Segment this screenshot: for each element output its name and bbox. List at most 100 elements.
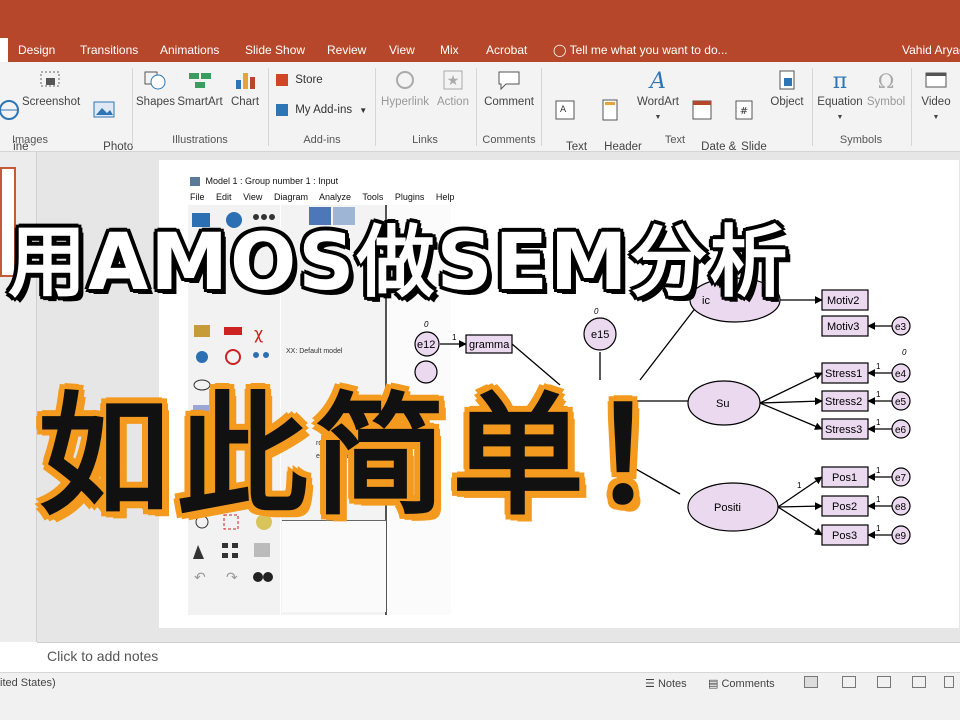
my-addins-icon: [276, 104, 288, 116]
tab-transitions[interactable]: Transitions: [80, 38, 138, 62]
svg-text:★: ★: [447, 73, 460, 89]
status-language[interactable]: ited States): [0, 677, 56, 689]
wordart-button[interactable]: A WordArt ▼: [635, 68, 681, 125]
calendar-icon: [692, 100, 712, 120]
tab-slide-show[interactable]: Slide Show: [245, 38, 305, 62]
tab-view[interactable]: View: [389, 38, 415, 62]
wordart-label: WordArt: [637, 96, 679, 108]
photo-album-icon: [93, 101, 115, 118]
video-label: Video: [921, 96, 951, 108]
tab-acrobat[interactable]: Acrobat: [486, 38, 527, 62]
hyperlink-icon: [396, 71, 414, 89]
symbol-label: Symbol: [866, 96, 906, 108]
svg-text:A: A: [648, 69, 666, 92]
smartart-button[interactable]: SmartArt: [176, 68, 224, 110]
video-button[interactable]: Video ▼: [916, 68, 956, 125]
slideshow-view-icon[interactable]: [912, 676, 926, 688]
addins-group-label: Add-ins: [303, 134, 341, 146]
headline-bottom: 如此简单！: [38, 380, 728, 534]
tell-me-box[interactable]: ◯ Tell me what you want to do...: [553, 38, 728, 62]
normal-view-icon[interactable]: [804, 676, 818, 688]
smartart-label: SmartArt: [177, 96, 223, 108]
object-icon: [779, 70, 795, 90]
store-button[interactable]: Store: [276, 74, 323, 86]
notes-pane[interactable]: [37, 642, 960, 672]
svg-text:χ: χ: [254, 324, 263, 343]
ribbon-separator: [911, 68, 912, 146]
ribbon-separator: [268, 68, 269, 146]
action-button[interactable]: ★ Action: [433, 68, 473, 110]
comments-icon: ▤: [708, 678, 719, 690]
comments-toggle-button[interactable]: ▤ Comments: [708, 677, 775, 690]
zoom-out-icon[interactable]: [944, 676, 954, 688]
amos-title-text: Model 1 : Group number 1 : Input: [205, 176, 339, 186]
reading-view-icon[interactable]: [877, 676, 891, 688]
notes-toggle-button[interactable]: ☰ Notes: [645, 677, 687, 690]
symbol-button[interactable]: Ω Symbol: [866, 68, 906, 110]
svg-text:Ω: Ω: [878, 69, 895, 92]
chart-button[interactable]: Chart: [227, 68, 263, 110]
chevron-down-icon: ▼: [836, 114, 844, 121]
chevron-down-icon: ▼: [359, 106, 368, 116]
title-bar: [0, 0, 960, 38]
shapes-icon: [144, 71, 166, 90]
equation-button[interactable]: π Equation ▼: [816, 68, 864, 125]
notes-toggle-label: Notes: [657, 678, 687, 690]
comments-toggle-label: Comments: [721, 678, 775, 690]
chart-icon: [236, 73, 255, 89]
ribbon-tab-bar: Design Transitions Animations Slide Show…: [0, 38, 960, 62]
action-star-icon: ★: [443, 70, 463, 90]
images-group-label: Images: [11, 134, 49, 146]
object-button[interactable]: Object: [768, 68, 806, 110]
headline-top: 用AMOS做SEM分析: [8, 218, 790, 308]
globe-icon: [0, 100, 19, 120]
svg-text:A: A: [560, 105, 567, 115]
lightbulb-icon: ◯: [553, 43, 567, 57]
ribbon-separator: [812, 68, 813, 146]
screenshot-icon: [40, 71, 60, 87]
tab-design[interactable]: Design: [18, 38, 55, 62]
wordart-icon: A: [648, 69, 666, 92]
hyperlink-button[interactable]: Hyperlink: [380, 68, 430, 110]
chevron-down-icon: ▼: [932, 114, 940, 121]
powerpoint-window: Design Transitions Animations Slide Show…: [0, 0, 960, 720]
text-group-label: Text: [664, 134, 686, 146]
illustrations-group-label: Illustrations: [172, 134, 228, 146]
screenshot-label: Screenshot: [22, 96, 81, 108]
ribbon-separator: [541, 68, 542, 146]
tab-animations[interactable]: Animations: [160, 38, 219, 62]
symbols-group-label: Symbols: [839, 134, 883, 146]
my-addins-button[interactable]: My Add-ins ▼: [276, 104, 367, 116]
comment-button[interactable]: Comment: [482, 68, 536, 110]
comment-icon: [498, 71, 520, 91]
equation-label: Equation: [817, 96, 863, 108]
omega-icon: Ω: [878, 69, 895, 92]
header-footer-icon: [602, 99, 618, 121]
pi-icon: π: [833, 69, 847, 92]
shapes-button[interactable]: Shapes: [136, 68, 175, 110]
tab-review[interactable]: Review: [327, 38, 366, 62]
notes-placeholder[interactable]: Click to add notes: [47, 648, 158, 664]
tell-me-text: Tell me what you want to do...: [569, 43, 728, 57]
smartart-icon: [189, 73, 211, 88]
video-icon: [925, 72, 947, 88]
tab-mix[interactable]: Mix: [440, 38, 459, 62]
amos-app-icon: [190, 177, 200, 187]
ribbon-separator: [375, 68, 376, 146]
slide-sorter-icon[interactable]: [842, 676, 856, 688]
chart-label: Chart: [230, 96, 260, 108]
svg-text:π: π: [833, 69, 847, 92]
screenshot-button[interactable]: Screenshot: [22, 68, 80, 110]
object-label: Object: [770, 96, 804, 108]
user-name[interactable]: Vahid Aryad: [902, 38, 960, 62]
comments-group-label: Comments: [482, 134, 536, 146]
comment-label: Comment: [484, 96, 534, 108]
svg-text:#: #: [740, 106, 748, 117]
svg-text:↶: ↶: [194, 570, 206, 586]
amos-window-title: Model 1 : Group number 1 : Input: [190, 176, 339, 187]
notes-icon: ☰: [645, 678, 655, 690]
tab-insert[interactable]: [0, 38, 8, 62]
ribbon-separator: [132, 68, 133, 146]
text-box-icon: A: [555, 100, 575, 120]
slide-number-icon: #: [735, 100, 753, 120]
